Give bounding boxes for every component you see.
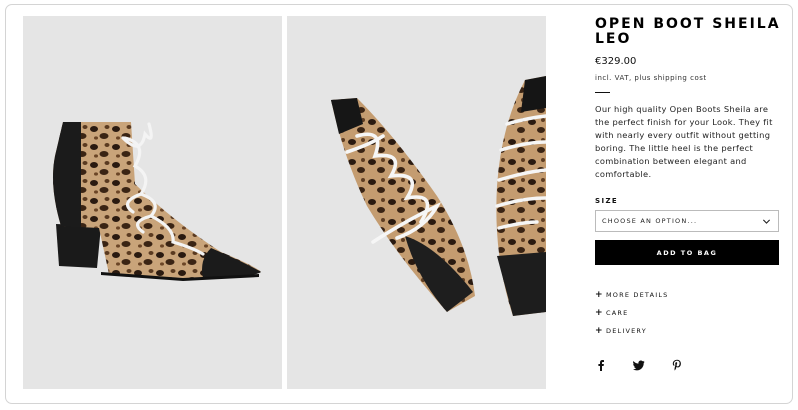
boot-side-illustration [53, 122, 261, 281]
boots-top-illustration [331, 76, 546, 316]
size-label: SIZE [595, 197, 619, 205]
add-to-bag-button[interactable]: ADD TO BAG [595, 240, 779, 265]
size-select-value: CHOOSE AN OPTION... [602, 217, 698, 225]
product-description: Our high quality Open Boots Sheila are t… [595, 104, 773, 179]
accordion: + MORE DETAILS + CARE + DELIVERY [595, 286, 781, 340]
tax-note: incl. VAT, plus shipping cost [595, 74, 707, 82]
accordion-label: CARE [606, 309, 629, 317]
size-select[interactable]: CHOOSE AN OPTION... [595, 210, 779, 232]
chevron-down-icon [762, 219, 771, 224]
product-title: OPEN BOOT SHEILA LEO [595, 16, 781, 47]
plus-icon: + [595, 289, 604, 300]
accordion-more-details[interactable]: + MORE DETAILS [595, 286, 781, 304]
twitter-icon[interactable] [633, 356, 645, 371]
facebook-icon[interactable] [595, 356, 607, 371]
accordion-care[interactable]: + CARE [595, 304, 781, 322]
product-image-top[interactable] [287, 16, 546, 389]
product-info-panel: OPEN BOOT SHEILA LEO €329.00 incl. VAT, … [595, 16, 781, 371]
product-image-side[interactable] [23, 16, 282, 389]
plus-icon: + [595, 325, 604, 336]
divider [595, 92, 610, 93]
accordion-label: DELIVERY [606, 327, 647, 335]
product-price: €329.00 [595, 56, 637, 67]
plus-icon: + [595, 307, 604, 318]
social-share [595, 356, 781, 371]
pinterest-icon[interactable] [671, 356, 683, 371]
accordion-label: MORE DETAILS [606, 291, 669, 299]
accordion-delivery[interactable]: + DELIVERY [595, 322, 781, 340]
product-page: OPEN BOOT SHEILA LEO €329.00 incl. VAT, … [5, 4, 793, 404]
